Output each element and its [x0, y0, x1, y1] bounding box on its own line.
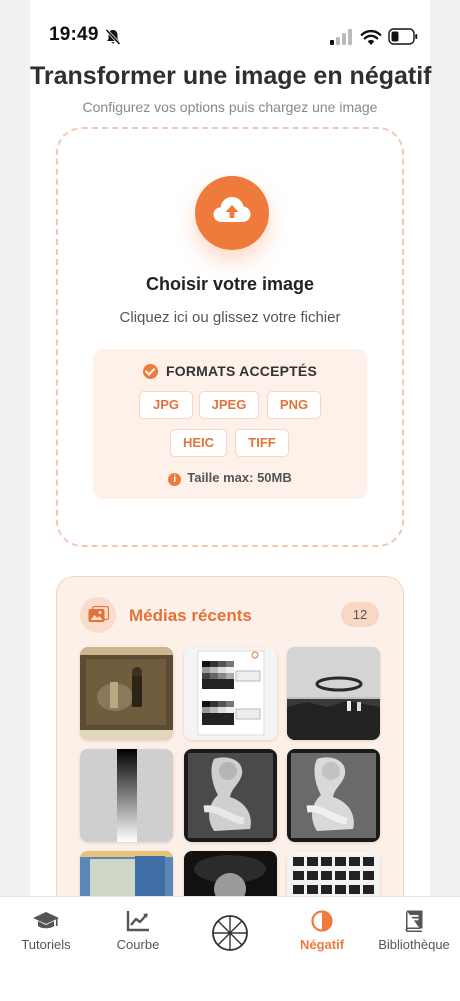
format-chip-jpeg: JPEG	[199, 391, 259, 419]
book-icon	[405, 910, 423, 932]
media-thumbnail[interactable]	[184, 647, 277, 740]
media-thumbnail[interactable]	[80, 749, 173, 842]
media-thumbnail[interactable]	[184, 749, 277, 842]
upload-subtitle: Cliquez ici ou glissez votre fichier	[119, 309, 341, 326]
graduation-cap-icon	[33, 912, 59, 929]
max-size-label: Taille max: 50MB	[187, 470, 292, 485]
formats-title: FORMATS ACCEPTÉS	[166, 363, 317, 379]
images-icon	[80, 597, 116, 633]
tab-label: Courbe	[116, 937, 160, 952]
chart-line-icon	[126, 911, 149, 932]
tab-label: Négatif	[299, 937, 345, 952]
info-icon: i	[168, 473, 182, 486]
bell-muted-icon	[105, 28, 121, 46]
contrast-icon	[311, 910, 333, 932]
media-thumbnail[interactable]	[287, 647, 380, 740]
format-chip-png: PNG	[267, 391, 321, 419]
cloud-upload-icon	[213, 197, 251, 222]
page-title: Transformer une image en négatif	[30, 62, 432, 90]
format-chip-jpg: JPG	[139, 391, 193, 419]
tab-label: Tutoriels	[21, 937, 71, 952]
upload-title: Choisir votre image	[145, 274, 315, 294]
battery-icon	[388, 28, 418, 45]
tab-label: Bibliothèque	[378, 937, 450, 952]
upload-button[interactable]	[195, 176, 269, 250]
format-chip-heic: HEIC	[170, 429, 227, 457]
aperture-icon	[212, 915, 248, 951]
recent-media-panel: Médias récents 12	[56, 576, 404, 918]
max-size-note: i Taille max: 50MB	[93, 470, 367, 486]
recent-media-title: Médias récents	[129, 606, 252, 625]
upload-dropzone[interactable]: Choisir votre image Cliquez ici ou gliss…	[56, 127, 404, 547]
media-thumbnail[interactable]	[80, 647, 173, 740]
wifi-icon	[360, 29, 382, 45]
status-bar: 19:49	[0, 0, 460, 70]
tab-aperture[interactable]	[184, 897, 276, 977]
status-time: 19:49	[49, 24, 99, 45]
page-subtitle: Configurez vos options puis chargez une …	[82, 99, 378, 115]
recent-media-count: 12	[341, 602, 379, 627]
media-thumbnail[interactable]	[287, 749, 380, 842]
bottom-tab-bar: Tutoriels Courbe Négatif Bibliothèque	[0, 896, 460, 1001]
tab-courbe[interactable]: Courbe	[92, 897, 184, 977]
format-chip-tiff: TIFF	[235, 429, 289, 457]
tab-negatif[interactable]: Négatif	[276, 897, 368, 977]
accepted-formats-panel: FORMATS ACCEPTÉS JPG JPEG PNG HEIC TIFF …	[93, 349, 367, 499]
tab-bibliotheque[interactable]: Bibliothèque	[368, 897, 460, 977]
formats-heading: FORMATS ACCEPTÉS	[93, 363, 367, 379]
signal-icon	[330, 29, 352, 45]
tab-tutoriels[interactable]: Tutoriels	[0, 897, 92, 977]
check-circle-icon	[143, 364, 158, 379]
